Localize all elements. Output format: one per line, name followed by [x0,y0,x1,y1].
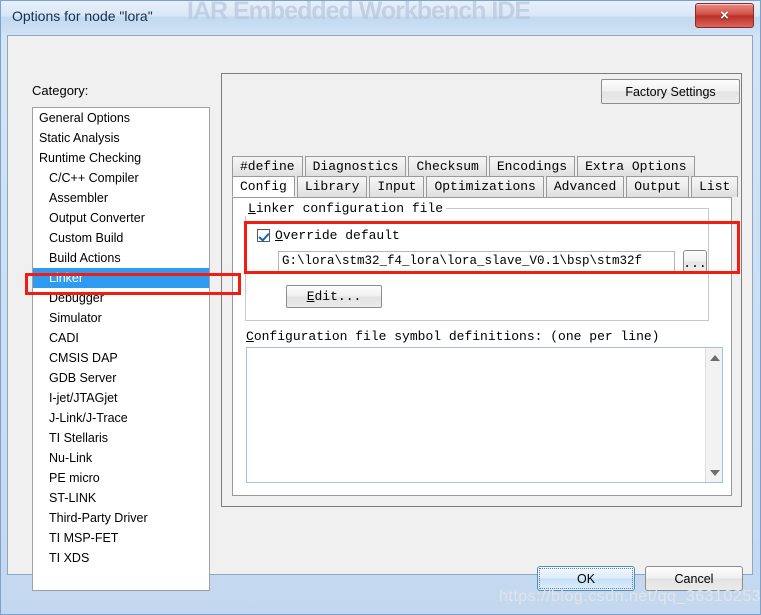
sidebar-item-nu-link[interactable]: Nu-Link [33,448,209,468]
sidebar-item-pe-micro[interactable]: PE micro [33,468,209,488]
tab-encodings[interactable]: Encodings [488,156,576,177]
sidebar-item-cmsis-dap[interactable]: CMSIS DAP [33,348,209,368]
override-label-rest: verride default [282,228,400,243]
linker-config-group-title: Linker configuration file [245,201,447,216]
tab-list[interactable]: List [691,176,739,197]
close-icon: × [720,7,729,24]
background-ghost-text: IAR Embedded Workbench IDE [187,1,531,25]
override-default-label[interactable]: Override default [275,228,400,243]
window-frame: IAR Embedded Workbench IDE Options for n… [0,0,761,615]
tab-output[interactable]: Output [626,176,690,197]
sidebar-item-third-party-driver[interactable]: Third-Party Driver [33,508,209,528]
override-default-checkbox[interactable] [257,229,270,242]
sidebar-item-assembler[interactable]: Assembler [33,188,209,208]
tab-config[interactable]: Config [232,176,295,197]
options-dialog: IAR Embedded Workbench IDE Options for n… [0,0,761,615]
sidebar-item-j-link-j-trace[interactable]: J-Link/J-Trace [33,408,209,428]
group-title-mnemonic: L [248,201,256,216]
sidebar-item-c-c-compiler[interactable]: C/C++ Compiler [33,168,209,188]
linker-config-path-input[interactable]: G:\lora\stm32_f4_lora\lora_slave_V0.1\bs… [278,251,675,272]
sidebar-item-debugger[interactable]: Debugger [33,288,209,308]
tab-optimizations[interactable]: Optimizations [426,176,544,197]
sidebar-item-static-analysis[interactable]: Static Analysis [33,128,209,148]
tab-checksum[interactable]: Checksum [408,156,487,177]
sidebar-item-cadi[interactable]: CADI [33,328,209,348]
tab-define[interactable]: #define [232,156,303,177]
cancel-button[interactable]: Cancel [645,566,743,591]
ok-button-label: OK [539,568,633,589]
category-label: Category: [32,83,89,98]
override-mnemonic: O [275,228,283,243]
tab-advanced[interactable]: Advanced [545,176,625,197]
sidebar-item-ti-stellaris[interactable]: TI Stellaris [33,428,209,448]
tab-diagnostics[interactable]: Diagnostics [304,156,407,177]
close-button[interactable]: × [695,3,754,28]
sidebar-item-i-jet-jtagjet[interactable]: I-jet/JTAGjet [33,388,209,408]
scroll-down-icon[interactable] [706,464,723,481]
tab-library[interactable]: Library [296,176,368,197]
factory-settings-button[interactable]: Factory Settings [601,79,740,104]
sidebar-item-simulator[interactable]: Simulator [33,308,209,328]
symbol-definitions-textarea[interactable] [246,347,723,483]
ok-button[interactable]: OK [537,566,635,591]
edit-button[interactable]: Edit... [286,285,382,308]
sidebar-item-general-options[interactable]: General Options [33,108,209,128]
symbols-mnemonic: C [246,329,254,344]
tab-extra-options[interactable]: Extra Options [577,156,695,177]
sidebar-item-output-converter[interactable]: Output Converter [33,208,209,228]
sidebar-item-linker[interactable]: Linker [33,268,209,288]
override-default-row[interactable]: Override default [257,228,400,243]
tab-strip: #define Diagnostics Checksum Encodings Extra… [232,156,739,197]
sidebar-item-gdb-server[interactable]: GDB Server [33,368,209,388]
tab-row-lower: Config Library Input Optimizations Advanced O… [232,176,739,197]
title-bar: IAR Embedded Workbench IDE Options for n… [1,1,760,34]
edit-label-rest: dit... [314,289,362,304]
symbol-definitions-label: Configuration file symbol definitions: (… [246,329,659,344]
tab-row-upper: #define Diagnostics Checksum Encodings Extra… [232,156,732,177]
sidebar-item-runtime-checking[interactable]: Runtime Checking [33,148,209,168]
sidebar-item-custom-build[interactable]: Custom Build [33,228,209,248]
sidebar-item-build-actions[interactable]: Build Actions [33,248,209,268]
group-title-rest: inker configuration file [255,201,444,216]
edit-mnemonic: E [306,289,315,304]
symbols-label-rest: onfiguration file symbol definitions: (o… [253,329,660,344]
sidebar-item-st-link[interactable]: ST-LINK [33,488,209,508]
category-list[interactable]: General Options Static Analysis Runtime Ch… [32,107,210,591]
tab-input[interactable]: Input [369,176,425,197]
symbol-definitions-scrollbar[interactable] [705,348,722,482]
window-title: Options for node "lora" [12,8,153,24]
scroll-up-icon[interactable] [706,349,723,366]
sidebar-item-ti-msp-fet[interactable]: TI MSP-FET [33,528,209,548]
sidebar-item-ti-xds[interactable]: TI XDS [33,548,209,568]
browse-ellipsis-button[interactable]: ... [683,250,707,273]
